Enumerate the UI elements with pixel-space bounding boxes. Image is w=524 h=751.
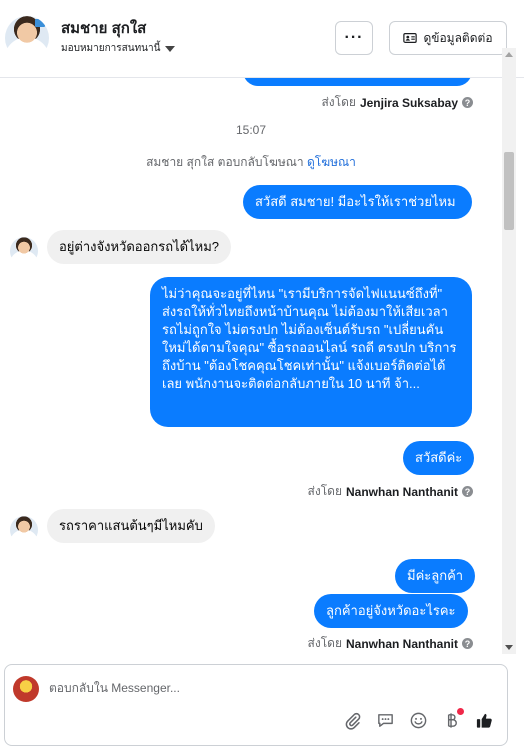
help-icon[interactable]: ?: [462, 638, 473, 649]
assign-conversation-dropdown[interactable]: มอบหมายการสนทนานี้: [61, 41, 176, 56]
saved-reply-button[interactable]: [375, 710, 396, 731]
scroll-up-icon[interactable]: [505, 52, 513, 57]
emoji-icon: [410, 712, 427, 729]
ad-reply-note: สมชาย สุกใส ตอบกลับโฆษณา ดูโฆษณา: [146, 155, 356, 169]
emoji-button[interactable]: [408, 710, 429, 731]
contact-card-icon: [403, 33, 418, 43]
message-incoming[interactable]: รถราคาแสนต้นๆมีไหมคับ: [47, 509, 215, 543]
message-thread[interactable]: ส่งโดย Jenjira Suksabay ? 15:07 สมชาย สุ…: [0, 78, 512, 653]
contact-avatar-small[interactable]: [10, 516, 38, 544]
attach-icon: [345, 712, 361, 730]
reply-composer: [4, 664, 508, 746]
saved-reply-icon: [378, 714, 393, 727]
contact-avatar[interactable]: [5, 16, 49, 60]
sender-name: Nanwhan Nanthanit: [345, 636, 458, 651]
time-divider: 15:07: [235, 123, 267, 137]
sent-by-label: ส่งโดย Nanwhan Nanthanit ?: [308, 634, 473, 653]
view-contact-info-label: ดูข้อมูลติดต่อ: [423, 30, 493, 45]
more-icon: ···: [344, 29, 364, 46]
sender-name: Jenjira Suksabay: [359, 95, 458, 110]
message-incoming[interactable]: อยู่ต่างจังหวัดออกรถได้ไหม?: [47, 230, 232, 264]
message-outgoing[interactable]: สวัสดีค่ะ: [403, 441, 475, 475]
contact-name[interactable]: สมชาย สุกใส: [61, 16, 146, 40]
view-ad-link[interactable]: ดูโฆษณา: [307, 155, 356, 169]
message-outgoing[interactable]: สวัสดี สมชาย! มีอะไรให้เราช่วยไหม: [243, 185, 472, 219]
assign-label: มอบหมายการสนทนานี้: [61, 43, 161, 54]
chevron-down-icon: [165, 45, 176, 52]
sent-by-label: ส่งโดย Nanwhan Nanthanit ?: [308, 482, 473, 501]
reply-input[interactable]: [49, 679, 469, 697]
composer-toolbar: [342, 708, 495, 731]
conversation-header: สมชาย สุกใส มอบหมายการสนทนานี้ ··· ดูข้อ…: [0, 0, 524, 78]
page-avatar: [13, 676, 39, 702]
payment-button[interactable]: [441, 708, 464, 731]
like-icon: [476, 713, 492, 728]
view-contact-info-button[interactable]: ดูข้อมูลติดต่อ: [389, 21, 507, 55]
message-outgoing-partial[interactable]: [243, 78, 472, 86]
sent-by-label: ส่งโดย Jenjira Suksabay ?: [321, 93, 473, 112]
message-outgoing[interactable]: มีค่ะลูกค้า: [395, 559, 476, 593]
attach-button[interactable]: [342, 710, 363, 731]
more-button[interactable]: ···: [335, 21, 373, 55]
contact-avatar-small[interactable]: [10, 237, 38, 265]
help-icon[interactable]: ?: [462, 97, 473, 108]
sender-name: Nanwhan Nanthanit: [345, 484, 458, 499]
notification-dot: [457, 708, 464, 715]
message-outgoing[interactable]: ไม่ว่าคุณจะอยู่ที่ไหน "เรามีบริการจัดไฟแ…: [150, 277, 472, 427]
help-icon[interactable]: ?: [462, 486, 473, 497]
messenger-conversation: สมชาย สุกใส มอบหมายการสนทนานี้ ··· ดูข้อ…: [0, 0, 524, 751]
like-button[interactable]: [474, 710, 495, 731]
message-outgoing[interactable]: ลูกค้าอยู่จังหวัดอะไรคะ: [314, 594, 468, 628]
